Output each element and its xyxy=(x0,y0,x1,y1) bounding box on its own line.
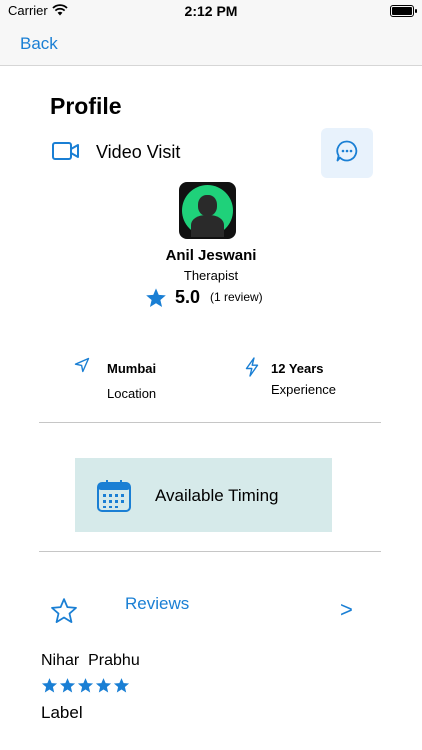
back-button[interactable]: Back xyxy=(20,34,58,54)
chat-bubble-icon xyxy=(335,139,359,168)
rating-star-icon xyxy=(145,287,167,314)
star-icon xyxy=(41,677,58,699)
doctor-role: Therapist xyxy=(183,268,239,283)
rating-value: 5.0 xyxy=(175,287,201,307)
lightning-icon xyxy=(245,357,259,382)
star-icon xyxy=(77,677,94,699)
experience-label: Experience xyxy=(271,382,337,397)
experience-value: 12 Years xyxy=(271,361,324,376)
video-camera-icon xyxy=(52,140,80,167)
review-rating xyxy=(41,677,130,699)
divider xyxy=(39,422,381,423)
visit-type-label: Video Visit xyxy=(96,142,181,162)
star-icon xyxy=(59,677,76,699)
page-title: Profile xyxy=(50,93,122,119)
reviews-link[interactable]: Reviews xyxy=(125,594,189,614)
reviewer-name: Nihar Prabhu xyxy=(41,652,140,669)
star-icon xyxy=(95,677,112,699)
divider xyxy=(39,551,381,552)
status-bar: Carrier 2:12 PM xyxy=(0,0,422,22)
reviews-star-icon xyxy=(50,597,78,630)
review-count: (1 review) xyxy=(210,290,263,304)
reviews-arrow-button[interactable]: > xyxy=(340,597,353,623)
chat-button[interactable] xyxy=(321,128,373,178)
available-timing-button[interactable]: Available Timing xyxy=(75,458,332,532)
avatar xyxy=(179,182,236,239)
review-text: Label xyxy=(41,703,83,722)
location-value: Mumbai xyxy=(107,361,157,376)
navigation-bar: Back xyxy=(0,22,422,66)
available-timing-label: Available Timing xyxy=(155,486,279,505)
location-label: Location xyxy=(107,386,157,401)
clock-time: 2:12 PM xyxy=(184,3,238,19)
battery-icon xyxy=(390,5,417,17)
doctor-name: Anil Jeswani xyxy=(165,247,257,264)
location-arrow-icon xyxy=(74,357,90,378)
star-icon xyxy=(113,677,130,699)
calendar-icon xyxy=(97,480,131,517)
